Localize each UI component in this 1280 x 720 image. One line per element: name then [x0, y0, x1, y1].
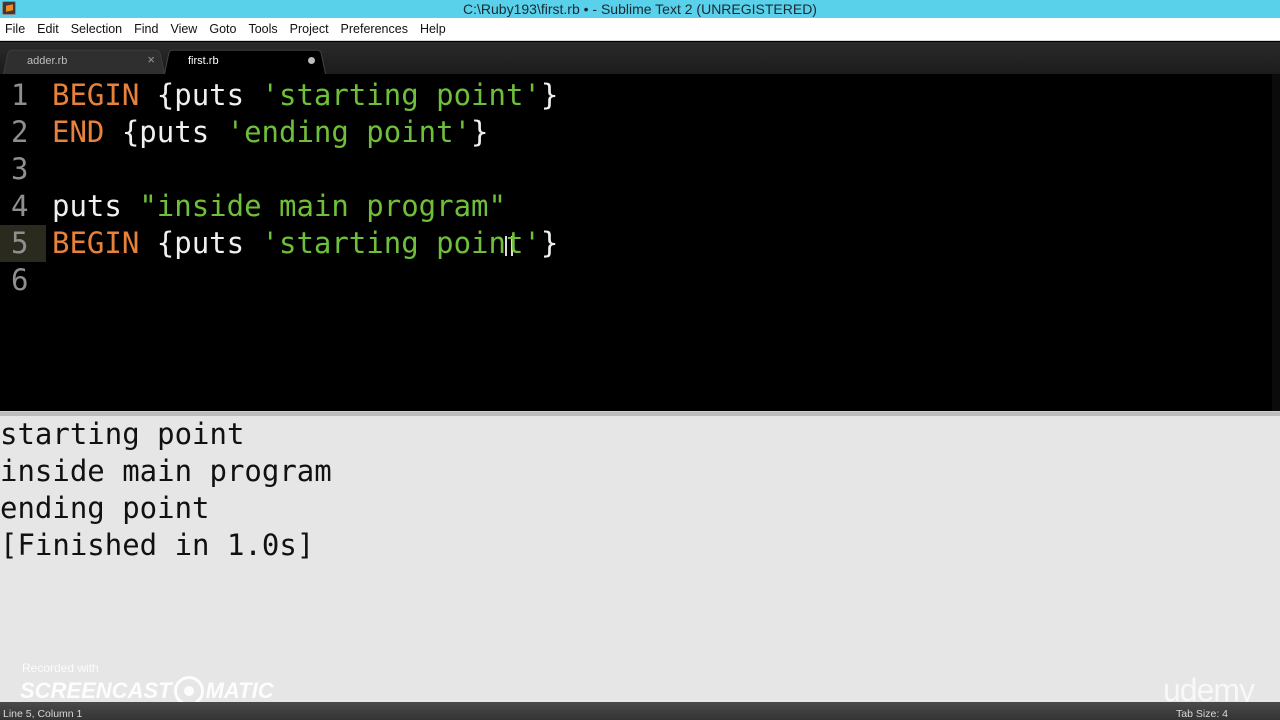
recorded-with-watermark: Recorded with — [22, 661, 99, 675]
menu-view[interactable]: View — [164, 18, 203, 41]
code-line[interactable]: 3 — [0, 151, 1272, 188]
screencast-o-matic-logo: SCREENCAST MATIC — [20, 676, 274, 706]
build-output-panel: starting point inside main program endin… — [0, 416, 1280, 702]
window-titlebar: C:\Ruby193\first.rb • - Sublime Text 2 (… — [0, 0, 1280, 18]
editor-scrollbar[interactable] — [1272, 74, 1280, 411]
tab-strip: adder.rb × first.rb — [0, 42, 1280, 74]
code-line[interactable]: 5 BEGIN {puts 'starting point'} — [0, 225, 1272, 262]
code-line[interactable]: 6 — [0, 262, 1272, 299]
menu-help[interactable]: Help — [414, 18, 452, 41]
code-token: } — [540, 78, 559, 112]
code-text: BEGIN {puts 'starting point'} — [52, 225, 558, 262]
code-line[interactable]: 1 BEGIN {puts 'starting point'} — [0, 77, 1272, 114]
code-token: {puts — [139, 226, 262, 260]
menu-preferences[interactable]: Preferences — [335, 18, 414, 41]
status-bar: Line 5, Column 1 Tab Size: 4 — [0, 702, 1280, 720]
window-title: C:\Ruby193\first.rb • - Sublime Text 2 (… — [463, 1, 817, 17]
output-line: ending point — [0, 491, 210, 525]
keyword-token: BEGIN — [52, 226, 140, 260]
code-token: {puts — [104, 115, 227, 149]
code-text: BEGIN {puts 'starting point'} — [52, 77, 558, 114]
string-token: 'starting point' — [261, 226, 541, 260]
cursor-position: Line 5, Column 1 — [3, 708, 83, 720]
line-number: 1 — [11, 78, 29, 112]
output-line: [Finished in 1.0s] — [0, 528, 315, 562]
line-number: 3 — [11, 152, 29, 186]
string-token: 'starting point' — [261, 78, 541, 112]
output-line: starting point — [0, 417, 245, 451]
tab-label: first.rb — [188, 55, 219, 67]
code-token: } — [540, 226, 559, 260]
menu-find[interactable]: Find — [128, 18, 164, 41]
code-text: puts "inside main program" — [52, 188, 506, 225]
code-token: } — [471, 115, 489, 149]
menu-file[interactable]: File — [0, 18, 31, 41]
string-token: "inside main program" — [139, 189, 506, 223]
line-number: 6 — [11, 263, 29, 297]
unsaved-dot-icon[interactable] — [308, 57, 315, 64]
menu-edit[interactable]: Edit — [31, 18, 65, 41]
sublime-app-icon[interactable] — [2, 1, 16, 15]
line-number: 2 — [11, 115, 29, 149]
code-line[interactable]: 2 END {puts 'ending point'} — [0, 114, 1272, 151]
code-text: END {puts 'ending point'} — [52, 114, 489, 151]
tab-label: adder.rb — [27, 55, 68, 67]
menu-bar: File Edit Selection Find View Goto Tools… — [0, 18, 1280, 41]
menu-goto[interactable]: Goto — [203, 18, 242, 41]
line-number: 5 — [0, 225, 46, 262]
tab-size-indicator[interactable]: Tab Size: 4 — [1176, 702, 1228, 720]
line-number: 4 — [11, 189, 29, 223]
menu-project[interactable]: Project — [284, 18, 335, 41]
logo-text-right: MATIC — [205, 678, 274, 703]
string-token: 'ending point' — [226, 115, 472, 149]
menu-tools[interactable]: Tools — [242, 18, 283, 41]
code-token: {puts — [139, 78, 262, 112]
menu-selection[interactable]: Selection — [65, 18, 128, 41]
close-icon[interactable]: × — [147, 48, 155, 72]
tab-adder-rb[interactable]: adder.rb × — [3, 48, 165, 74]
code-editor[interactable]: 1 BEGIN {puts 'starting point'} 2 END {puts… — [0, 74, 1280, 411]
output-line: inside main program — [0, 454, 332, 488]
logo-text-left: SCREENCAST — [20, 678, 172, 703]
code-token: puts — [52, 189, 140, 223]
keyword-token: END — [52, 115, 105, 149]
keyword-token: BEGIN — [52, 78, 140, 112]
tab-first-rb[interactable]: first.rb — [164, 48, 326, 74]
code-line[interactable]: 4 puts "inside main program" — [0, 188, 1272, 225]
